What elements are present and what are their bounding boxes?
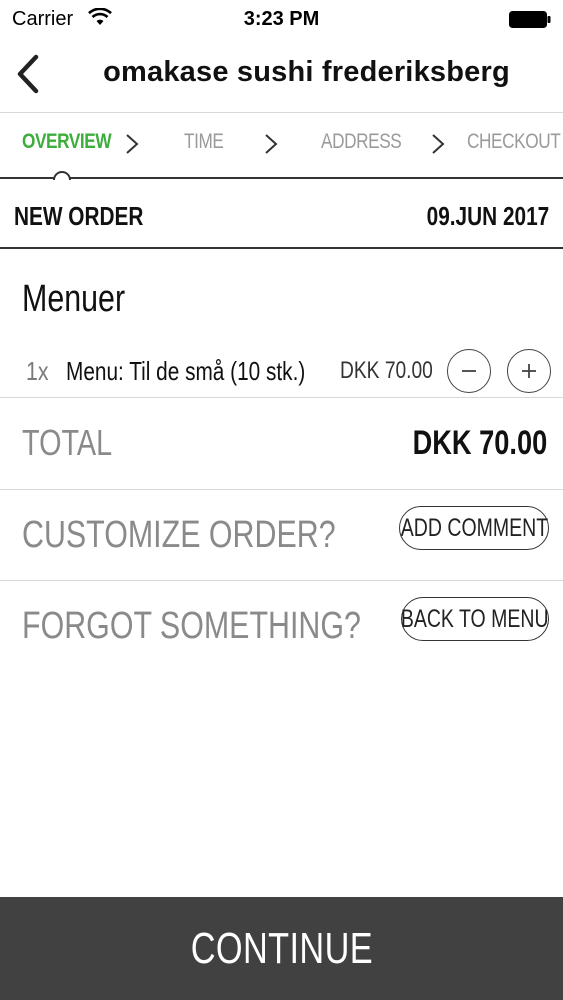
- active-step-indicator: [53, 171, 71, 180]
- chevron-right-icon: [126, 134, 139, 154]
- plus-icon: [522, 364, 536, 378]
- chevron-right-icon: [265, 134, 278, 154]
- chevron-right-icon: [432, 134, 445, 154]
- order-label: NEW ORDER: [14, 201, 144, 231]
- forgot-something-row: FORGOT SOMETHING? BACK TO MENU: [0, 581, 563, 672]
- item-quantity: 1x: [26, 356, 49, 386]
- chevron-left-icon: [17, 54, 39, 94]
- step-time[interactable]: TIME: [184, 130, 224, 154]
- add-comment-label: ADD COMMENT: [400, 513, 548, 542]
- checkout-steps: OVERVIEW TIME ADDRESS CHECKOUT: [0, 113, 563, 179]
- add-comment-button[interactable]: ADD COMMENT: [399, 506, 549, 550]
- section-title: Menuer: [22, 278, 126, 320]
- total-value: DKK 70.00: [412, 424, 547, 462]
- clock: 3:23 PM: [243, 8, 320, 30]
- battery-icon: [509, 11, 551, 28]
- step-address[interactable]: ADDRESS: [321, 130, 402, 154]
- order-header: NEW ORDER 09.JUN 2017: [0, 181, 563, 249]
- customize-order-label: CUSTOMIZE ORDER?: [22, 514, 336, 556]
- step-overview[interactable]: OVERVIEW: [22, 130, 112, 154]
- back-button[interactable]: [6, 50, 50, 98]
- total-row: TOTAL DKK 70.00: [0, 398, 563, 490]
- item-name: Menu: Til de små (10 stk.): [66, 356, 306, 386]
- minus-icon: [462, 370, 476, 372]
- step-checkout[interactable]: CHECKOUT: [467, 130, 561, 154]
- forgot-something-label: FORGOT SOMETHING?: [22, 605, 361, 647]
- back-to-menu-label: BACK TO MENU: [401, 604, 549, 633]
- item-price: DKK 70.00: [340, 357, 433, 384]
- customize-order-row: CUSTOMIZE ORDER? ADD COMMENT: [0, 490, 563, 581]
- continue-button[interactable]: CONTINUE: [0, 897, 563, 1000]
- order-date: 09.JUN 2017: [426, 201, 549, 231]
- back-to-menu-button[interactable]: BACK TO MENU: [401, 597, 549, 641]
- increase-quantity-button[interactable]: [507, 349, 551, 393]
- navigation-bar: omakase sushi frederiksberg: [0, 38, 563, 113]
- decrease-quantity-button[interactable]: [447, 349, 491, 393]
- continue-label: CONTINUE: [190, 923, 373, 973]
- total-label: TOTAL: [22, 422, 113, 463]
- page-title: omakase sushi frederiksberg: [103, 56, 510, 88]
- status-bar: Carrier 3:23 PM: [0, 0, 563, 38]
- list-item: 1x Menu: Til de små (10 stk.) DKK 70.00: [0, 340, 563, 398]
